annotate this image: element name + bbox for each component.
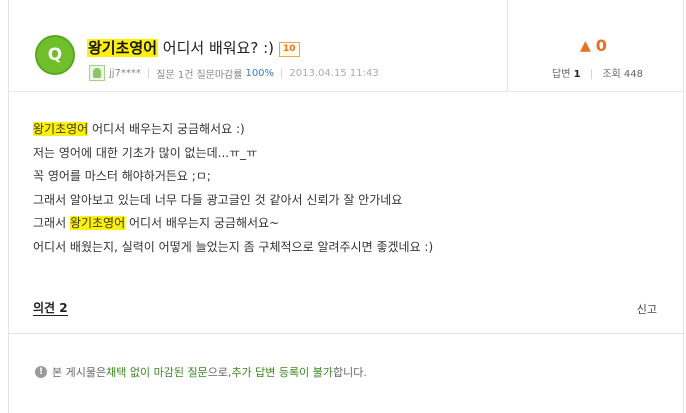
opinions-toggle[interactable]: 의견 2 bbox=[33, 301, 68, 316]
body-line: 저는 영어에 대한 기초가 많이 없는데...ㅠ_ㅠ bbox=[33, 145, 258, 160]
views-count: 448 bbox=[623, 69, 643, 80]
level-badge: 10 bbox=[279, 42, 300, 57]
views-label: 조회 bbox=[602, 69, 621, 80]
closed-notice: ! 본 게시물은 채택 없이 마감된 질문 으로, 추가 답변 등록이 불가 합니다… bbox=[35, 364, 367, 380]
recommend-count: 0 bbox=[595, 36, 607, 55]
question-meta: jj7**** | 질문 1건 질문마감률 100% | 2013.04.15 … bbox=[89, 65, 379, 81]
divider bbox=[9, 333, 685, 334]
notice-text: 으로, bbox=[207, 366, 232, 379]
notice-highlight: 채택 없이 마감된 질문 bbox=[106, 366, 208, 379]
answers-count: 1 bbox=[573, 69, 581, 80]
close-rate-value: 100% bbox=[245, 67, 275, 79]
body-line: 왕기초영어 어디서 배우는지 궁금해서요 :) bbox=[33, 118, 433, 142]
meta-separator: | bbox=[280, 67, 284, 79]
question-stats-panel: ▲ 0 답변 1 | 조회 448 bbox=[507, 0, 685, 92]
body-text: 어디서 배우는지 궁금해서요~ bbox=[125, 216, 280, 230]
body-text: 어디서 배우는지 궁금해서요 :) bbox=[88, 122, 245, 136]
user-avatar-icon[interactable] bbox=[89, 65, 105, 81]
question-body: 왕기초영어 어디서 배우는지 궁금해서요 :) 저는 영어에 대한 기초가 많이… bbox=[33, 118, 433, 259]
question-badge: Q bbox=[35, 35, 75, 75]
notice-text: 합니다. bbox=[333, 366, 367, 379]
notice-highlight: 추가 답변 등록이 불가 bbox=[231, 366, 334, 379]
body-line: 어디서 배웠는지, 실력이 어떻게 늘었는지 좀 구체적으로 알려주시면 좋겠네… bbox=[33, 239, 434, 254]
title-text: 어디서 배워요? :) bbox=[158, 39, 274, 57]
question-date: 2013.04.15 11:43 bbox=[289, 67, 379, 79]
answer-view-stats: 답변 1 | 조회 448 bbox=[552, 65, 643, 80]
close-rate-label: 질문마감률 bbox=[196, 69, 243, 81]
stats-separator: | bbox=[589, 69, 594, 80]
notice-text: 본 게시물은 bbox=[52, 366, 107, 379]
report-link[interactable]: 신고 bbox=[637, 301, 657, 317]
meta-separator: | bbox=[146, 67, 151, 79]
body-line: 그래서 왕기초영어 어디서 배우는지 궁금해서요~ bbox=[33, 212, 433, 236]
question-header: Q 왕기초영어 어디서 배워요? :) 10 jj7**** | 질문 1건 질문… bbox=[9, 0, 685, 92]
info-icon: ! bbox=[35, 366, 47, 378]
question-count: 질문 1건 bbox=[156, 69, 194, 81]
body-text: 그래서 bbox=[33, 216, 70, 230]
answers-label: 답변 bbox=[552, 69, 571, 80]
body-highlight: 왕기초영어 bbox=[33, 122, 89, 136]
body-highlight: 왕기초영어 bbox=[69, 216, 126, 230]
body-line: 꼭 영어를 마스터 해야하거든요 ;ㅁ; bbox=[33, 169, 211, 183]
recommend-button[interactable]: ▲ 0 bbox=[580, 36, 607, 55]
question-card: Q 왕기초영어 어디서 배워요? :) 10 jj7**** | 질문 1건 질문… bbox=[8, 0, 685, 413]
title-highlight: 왕기초영어 bbox=[87, 39, 159, 57]
question-title: 왕기초영어 어디서 배워요? :) 10 bbox=[87, 37, 300, 58]
body-line: 그래서 알아보고 있는데 너무 다들 광고글인 것 같아서 신뢰가 잘 안가네요 bbox=[33, 192, 403, 207]
user-name[interactable]: jj7**** bbox=[109, 68, 141, 79]
thumb-up-icon: ▲ bbox=[580, 37, 591, 54]
